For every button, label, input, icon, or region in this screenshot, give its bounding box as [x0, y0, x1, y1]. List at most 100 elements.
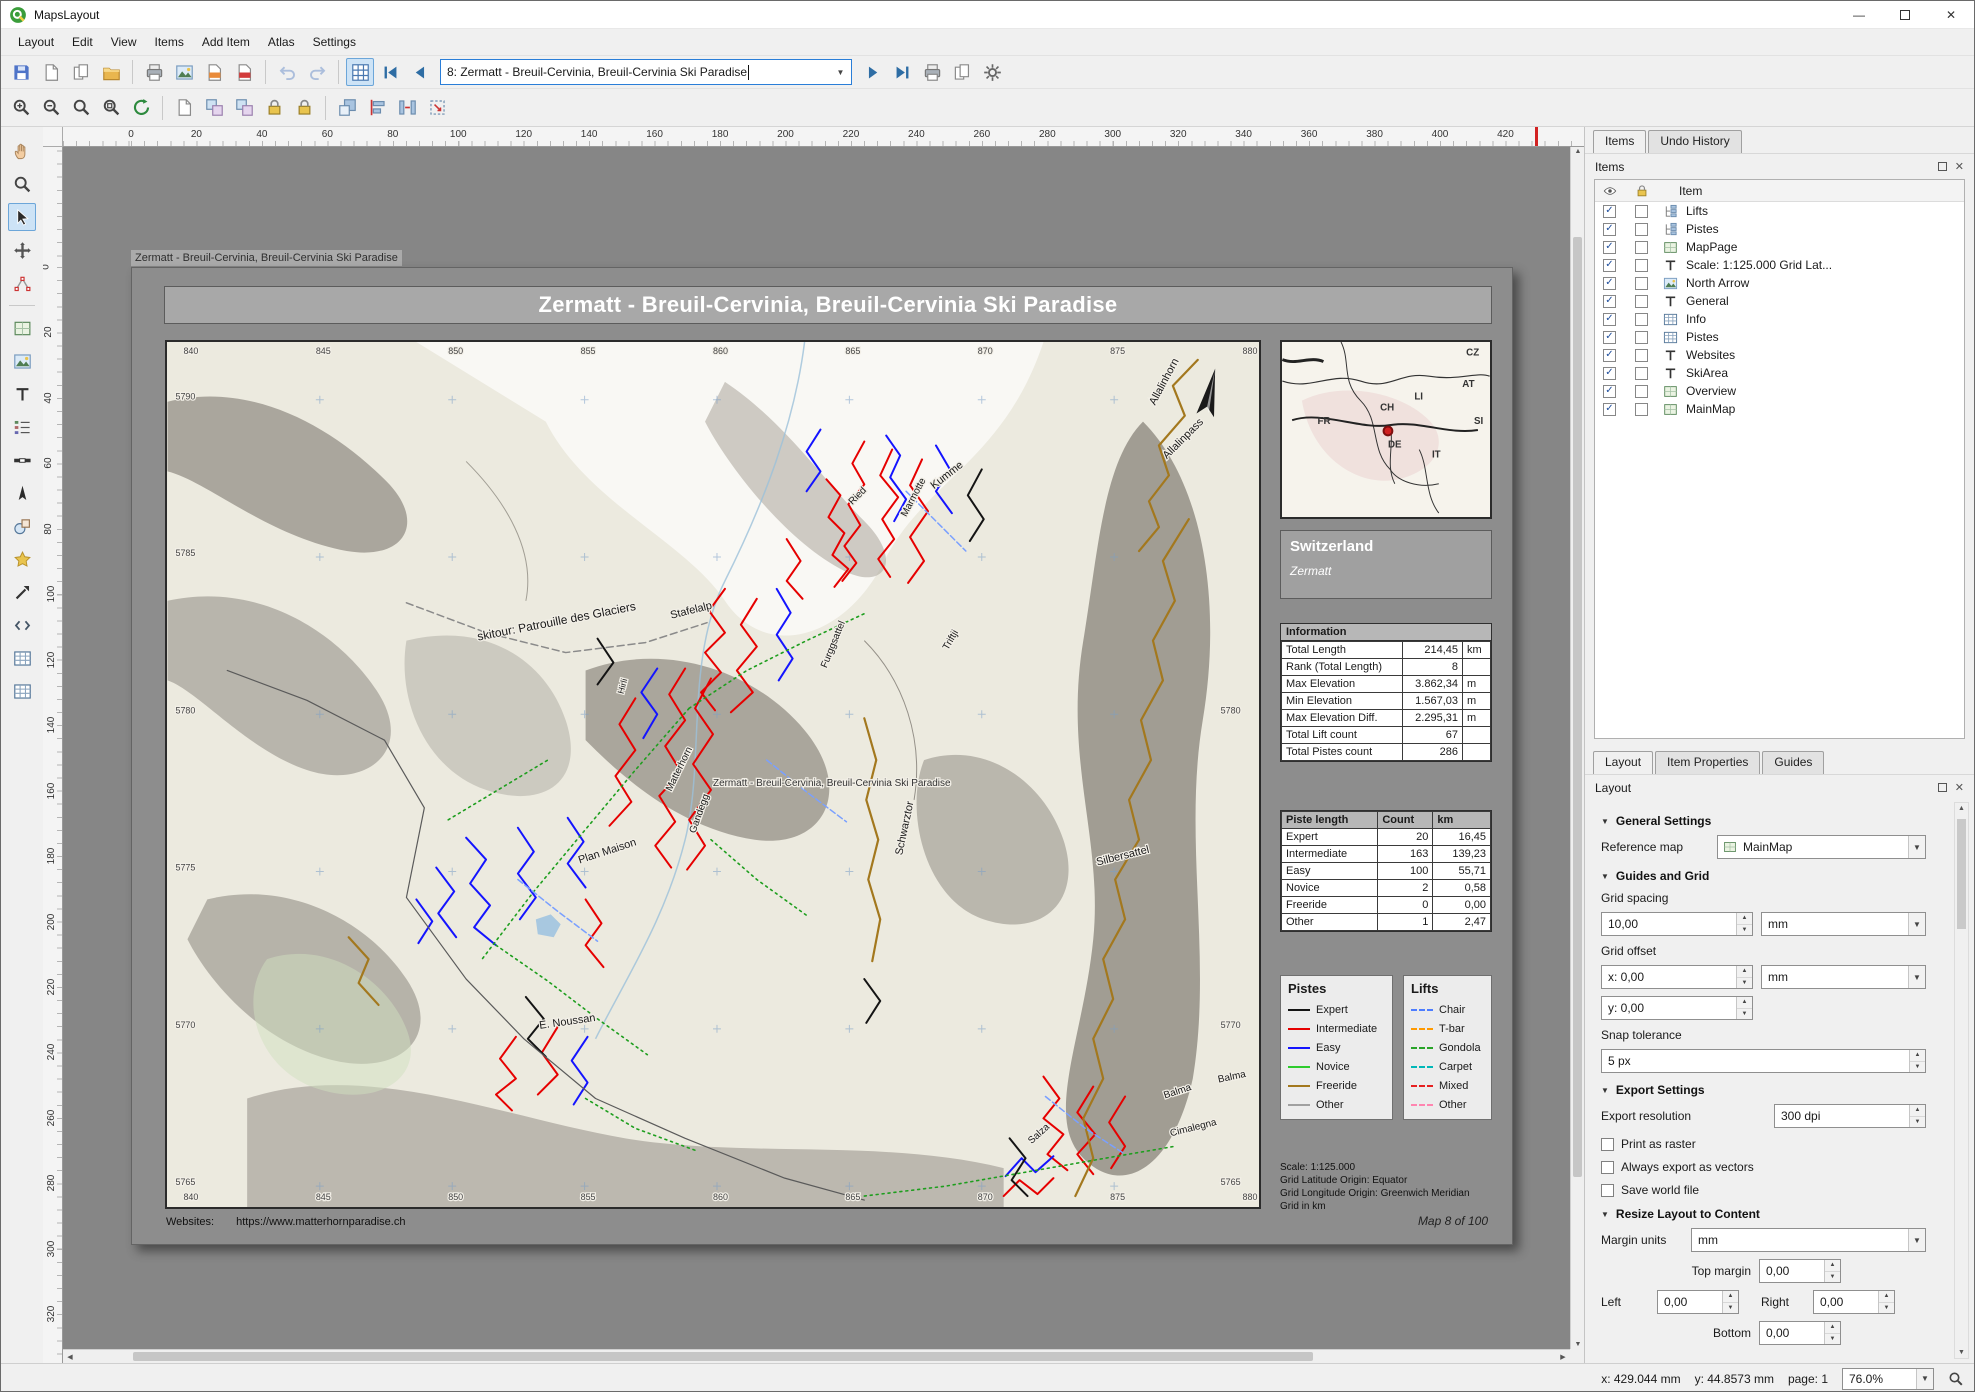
duplicate-layout-button[interactable]: [67, 58, 95, 86]
tab-items[interactable]: Items: [1593, 130, 1646, 153]
scroll-right-icon[interactable]: ▶: [1556, 1353, 1570, 1361]
pistes-legend[interactable]: Pistes ExpertIntermediateEasyNoviceFreer…: [1280, 975, 1393, 1120]
section-export-settings[interactable]: ▼ Export Settings: [1601, 1083, 1926, 1097]
move-item-content-button[interactable]: [8, 236, 36, 264]
left-margin-input[interactable]: 0,00 ▲▼: [1657, 1290, 1739, 1314]
scroll-down-icon[interactable]: ▼: [1571, 1341, 1584, 1348]
lock-checkbox[interactable]: [1635, 367, 1648, 380]
section-resize-layout[interactable]: ▼ Resize Layout to Content: [1601, 1207, 1926, 1221]
close-panel-button[interactable]: ✕: [1955, 160, 1964, 173]
tab-item-properties[interactable]: Item Properties: [1655, 751, 1760, 774]
scroll-left-icon[interactable]: ◀: [63, 1353, 77, 1361]
preview-atlas-button[interactable]: [346, 58, 374, 86]
ungroup-items-button[interactable]: [230, 94, 258, 122]
visibility-checkbox[interactable]: ✓: [1603, 241, 1616, 254]
lock-checkbox[interactable]: [1635, 277, 1648, 290]
menu-atlas[interactable]: Atlas: [259, 31, 304, 53]
lock-checkbox[interactable]: [1635, 385, 1648, 398]
undo-button[interactable]: [273, 58, 301, 86]
spin-up-icon[interactable]: ▲: [1737, 997, 1752, 1009]
close-panel-button[interactable]: ✕: [1955, 781, 1964, 794]
add-fixed-table-button[interactable]: [8, 677, 36, 705]
add-pages-button[interactable]: [170, 94, 198, 122]
visibility-checkbox[interactable]: ✓: [1603, 223, 1616, 236]
add-shape-button[interactable]: [8, 512, 36, 540]
spin-down-icon[interactable]: ▼: [1910, 1062, 1925, 1073]
canvas-hscroll-thumb[interactable]: [133, 1352, 1313, 1361]
spin-up-icon[interactable]: ▲: [1825, 1322, 1840, 1334]
lock-checkbox[interactable]: [1635, 259, 1648, 272]
previous-feature-button[interactable]: [406, 58, 434, 86]
panel-scroll-thumb[interactable]: [1957, 819, 1966, 929]
tab-undo-history[interactable]: Undo History: [1648, 130, 1741, 153]
item-row[interactable]: ✓North Arrow: [1595, 274, 1964, 292]
lock-checkbox[interactable]: [1635, 331, 1648, 344]
add-scalebar-button[interactable]: [8, 446, 36, 474]
spin-up-icon[interactable]: ▲: [1723, 1291, 1738, 1303]
visibility-checkbox[interactable]: ✓: [1603, 367, 1616, 380]
add-html-button[interactable]: [8, 611, 36, 639]
lock-items-button[interactable]: [260, 94, 288, 122]
undock-panel-button[interactable]: [1938, 162, 1947, 171]
raise-items-button[interactable]: [333, 94, 361, 122]
add-label-button[interactable]: [8, 380, 36, 408]
spin-up-icon[interactable]: ▲: [1910, 1105, 1925, 1117]
edit-nodes-item-button[interactable]: [8, 269, 36, 297]
menu-add-item[interactable]: Add Item: [193, 31, 259, 53]
export-as-svg-button[interactable]: [200, 58, 228, 86]
section-general-settings[interactable]: ▼ General Settings: [1601, 814, 1926, 828]
zoom-in-button[interactable]: [7, 94, 35, 122]
combo-arrow-icon[interactable]: ▼: [1908, 1229, 1925, 1251]
add-arrow-button[interactable]: [8, 578, 36, 606]
item-row[interactable]: ✓General: [1595, 292, 1964, 310]
maximize-button[interactable]: [1882, 1, 1928, 28]
distribute-items-button[interactable]: [393, 94, 421, 122]
zoom-out-button[interactable]: [37, 94, 65, 122]
scroll-up-icon[interactable]: ▲: [1955, 805, 1968, 812]
visibility-checkbox[interactable]: ✓: [1603, 259, 1616, 272]
export-as-image-button[interactable]: [170, 58, 198, 86]
grid-spacing-unit-combo[interactable]: mm ▼: [1761, 912, 1926, 936]
last-feature-button[interactable]: [888, 58, 916, 86]
lock-checkbox[interactable]: [1635, 313, 1648, 326]
menu-settings[interactable]: Settings: [304, 31, 365, 53]
region-info-box[interactable]: Switzerland Zermatt: [1280, 530, 1492, 599]
item-row[interactable]: ✓SkiArea: [1595, 364, 1964, 382]
spin-down-icon[interactable]: ▼: [1737, 1009, 1752, 1020]
new-layout-button[interactable]: [37, 58, 65, 86]
refresh-view-button[interactable]: [127, 94, 155, 122]
zoom-level-combo[interactable]: 76.0% ▼: [1842, 1368, 1934, 1390]
visibility-checkbox[interactable]: ✓: [1603, 349, 1616, 362]
save-world-file-checkbox[interactable]: Save world file: [1601, 1183, 1926, 1197]
visibility-checkbox[interactable]: ✓: [1603, 403, 1616, 416]
save-project-button[interactable]: [7, 58, 35, 86]
canvas-horizontal-scrollbar[interactable]: ◀ ▶: [63, 1349, 1570, 1363]
snap-tolerance-input[interactable]: 5 px ▲▼: [1601, 1049, 1926, 1073]
menu-view[interactable]: View: [102, 31, 146, 53]
spin-up-icon[interactable]: ▲: [1910, 1050, 1925, 1062]
right-margin-input[interactable]: 0,00 ▲▼: [1813, 1290, 1895, 1314]
lock-checkbox[interactable]: [1635, 205, 1648, 218]
menu-items[interactable]: Items: [146, 31, 193, 53]
next-feature-button[interactable]: [858, 58, 886, 86]
atlas-feature-combo[interactable]: 8: Zermatt - Breuil-Cervinia, Breuil-Cer…: [440, 59, 852, 85]
item-row[interactable]: ✓Websites: [1595, 346, 1964, 364]
visibility-checkbox[interactable]: ✓: [1603, 205, 1616, 218]
grid-spacing-input[interactable]: 10,00 ▲▼: [1601, 912, 1753, 936]
add-picture-button[interactable]: [8, 347, 36, 375]
combo-arrow-icon[interactable]: ▼: [1916, 1369, 1933, 1389]
tab-guides[interactable]: Guides: [1762, 751, 1824, 774]
grid-offset-y-input[interactable]: y: 0,00 ▲▼: [1601, 996, 1753, 1020]
item-row[interactable]: ✓Pistes: [1595, 220, 1964, 238]
item-row[interactable]: ✓Info: [1595, 310, 1964, 328]
lifts-legend[interactable]: Lifts ChairT-barGondolaCarpetMixedOther: [1403, 975, 1492, 1120]
item-row[interactable]: ✓Overview: [1595, 382, 1964, 400]
canvas-vertical-scrollbar[interactable]: ▲ ▼: [1570, 147, 1584, 1349]
tab-layout[interactable]: Layout: [1593, 751, 1653, 774]
spin-down-icon[interactable]: ▼: [1825, 1272, 1840, 1283]
spin-down-icon[interactable]: ▼: [1910, 1117, 1925, 1128]
checkbox[interactable]: [1601, 1138, 1614, 1151]
item-row[interactable]: ✓Pistes: [1595, 328, 1964, 346]
visibility-checkbox[interactable]: ✓: [1603, 385, 1616, 398]
combo-arrow-icon[interactable]: ▼: [1908, 836, 1925, 858]
